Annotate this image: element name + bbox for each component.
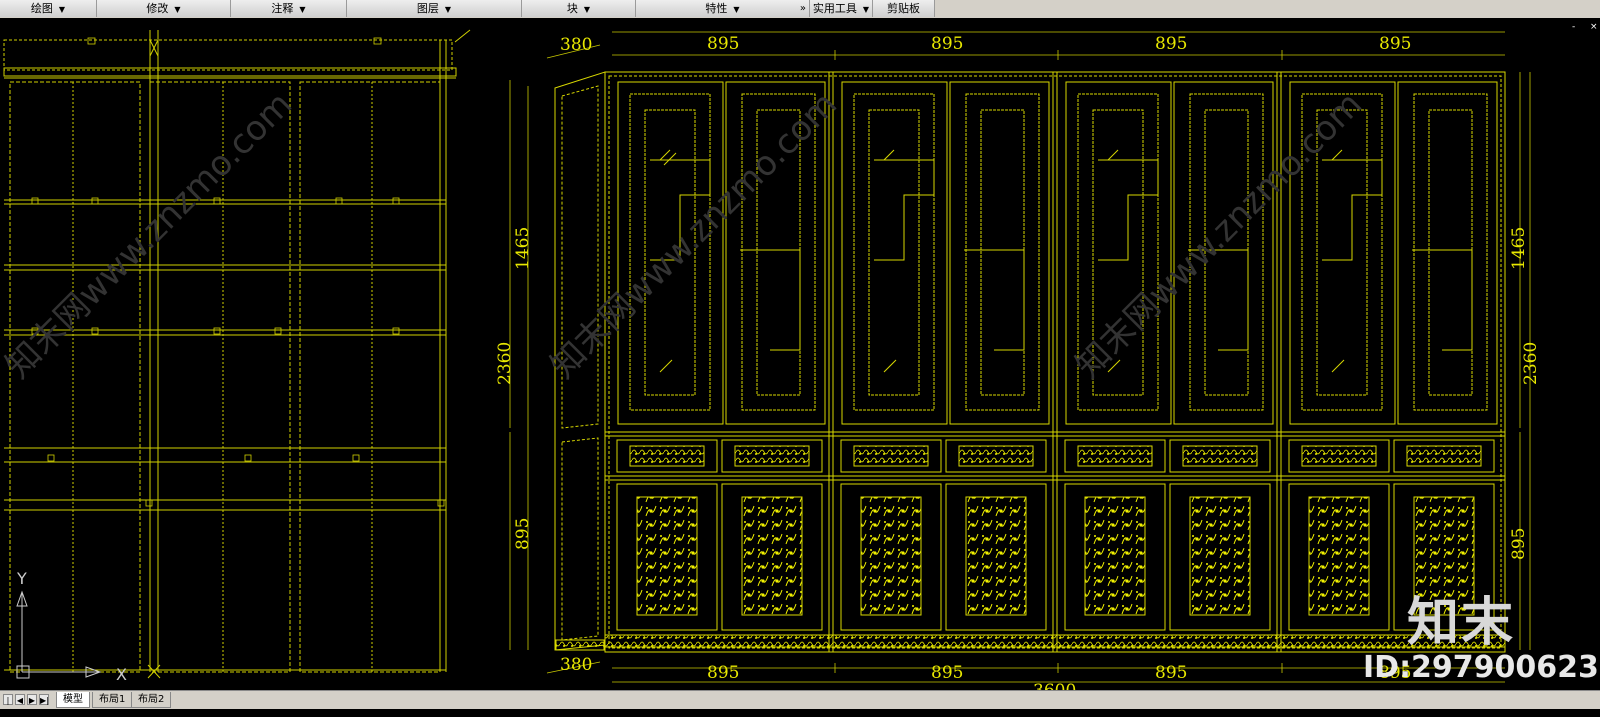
minimize-icon[interactable]: - (1572, 22, 1575, 32)
ucs-y-label: Y (16, 569, 27, 588)
ucs-icon: Y X (16, 569, 127, 684)
dim-side-width-bottom: 380 (560, 655, 592, 675)
image-id-watermark: ID:297900623 (1363, 650, 1599, 685)
dim-side-width-top: 380 (560, 35, 592, 55)
tab-layout2[interactable]: 布局2 (131, 692, 172, 708)
close-icon[interactable]: × (1590, 22, 1598, 32)
ribbon-panel-layers[interactable]: 图层 ▼ (347, 0, 522, 17)
tab-model[interactable]: 模型 (56, 692, 90, 708)
dropdown-arrow-icon: ▼ (174, 4, 181, 14)
dim-lower-height-right: 895 (1509, 528, 1529, 560)
panel-label: 绘图 (30, 2, 53, 15)
dropdown-arrow-icon: ▼ (862, 4, 870, 14)
ucs-x-label: X (116, 665, 127, 684)
bay-2 (840, 72, 1058, 652)
site-watermark: 知末网www.znzmo.com (1068, 84, 1370, 386)
site-watermarks: 知末网www.znzmo.com 知末网www.znzmo.com 知末网www… (0, 84, 1370, 386)
layout-tab-bar: |◀ ◀ ▶ ▶| 模型 布局1 布局2 (0, 690, 1600, 716)
panel-overflow-icon[interactable]: » (800, 0, 806, 17)
panel-label: 修改 (146, 2, 169, 15)
dropdown-arrow-icon: ▼ (444, 4, 452, 14)
ribbon-panel-annotate[interactable]: 注释 ▼ (231, 0, 347, 17)
dim-upper-height-right: 1465 (1509, 227, 1529, 270)
brand-logo-watermark: 知末 (1407, 593, 1516, 653)
bay-4 (1288, 81, 1498, 631)
panel-label: 块 (566, 2, 578, 15)
ribbon-panel-modify[interactable]: 修改 ▼ (97, 0, 231, 17)
ribbon-panel-properties[interactable]: 特性 ▼ » (636, 0, 810, 17)
ribbon-empty-area (935, 0, 1600, 17)
dim-total-width: 3600 (1033, 681, 1076, 690)
tab-layout1[interactable]: 布局1 (92, 692, 133, 708)
ribbon-panel-draw[interactable]: 绘图 ▼ (0, 0, 97, 17)
dim-lower-height-left: 895 (513, 518, 533, 550)
panel-label: 实用工具 (812, 2, 857, 15)
bay-1 (616, 72, 834, 652)
panel-label: 注释 (271, 2, 294, 15)
drawing-area[interactable]: 380 895 895 895 895 380 895 895 895 895 … (0, 18, 1600, 690)
dim-bay-width: 895 (1155, 663, 1187, 683)
dropdown-arrow-icon: ▼ (299, 4, 306, 14)
dim-bay-width: 895 (931, 663, 963, 683)
ribbon-panel-clipboard[interactable]: 剪贴板 (873, 0, 935, 17)
dropdown-arrow-icon: ▼ (583, 4, 591, 14)
dim-total-height-left: 2360 (495, 342, 515, 385)
panel-label: 剪贴板 (887, 2, 920, 15)
dim-total-height-right: 2360 (1521, 342, 1541, 385)
prev-tab-icon[interactable]: ◀ (15, 694, 25, 705)
main-elevation (509, 31, 1531, 683)
dropdown-arrow-icon: ▼ (58, 4, 66, 14)
dim-upper-height-left: 1465 (513, 227, 533, 270)
ribbon-panel-block[interactable]: 块 ▼ (522, 0, 636, 17)
cad-drawing: 380 895 895 895 895 380 895 895 895 895 … (0, 29, 1541, 690)
dim-bay-width: 895 (1155, 34, 1187, 54)
dropdown-arrow-icon: ▼ (733, 4, 740, 14)
ribbon-panel-bar: 绘图 ▼ 修改 ▼ 注释 ▼ 图层 ▼ 块 ▼ 特性 ▼» 实用工具 ▼ 剪贴板 (0, 0, 1600, 19)
panel-label: 特性 (705, 2, 728, 15)
next-tab-icon[interactable]: ▶ (27, 694, 37, 705)
first-tab-icon[interactable]: |◀ (3, 694, 13, 716)
dim-bay-width: 895 (707, 663, 739, 683)
panel-label: 图层 (416, 2, 439, 15)
dim-bay-width: 895 (707, 34, 739, 54)
dim-bay-width: 895 (1379, 34, 1411, 54)
last-tab-icon[interactable]: ▶| (39, 694, 49, 705)
ribbon-panel-utilities[interactable]: 实用工具 ▼ (810, 0, 873, 17)
dim-bay-width: 895 (931, 34, 963, 54)
